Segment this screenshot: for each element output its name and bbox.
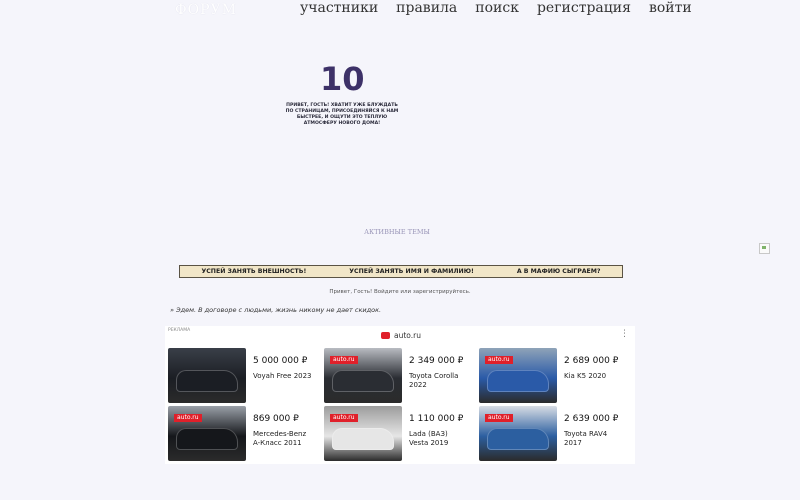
ad-card[interactable]: 5 000 000 ₽ Voyah Free 2023: [165, 348, 315, 404]
car-photo[interactable]: auto.ru: [168, 406, 246, 461]
car-name: Toyota RAV4 2017: [564, 430, 608, 447]
ad-card[interactable]: auto.ru 869 000 ₽ Mercedes-Benz A-Класс 20…: [165, 406, 315, 462]
car-name: Kia K5 2020: [564, 372, 607, 380]
ad-card[interactable]: auto.ru 2 639 000 ₽ Toyota RAV4 2017: [476, 406, 626, 462]
car-photo[interactable]: auto.ru: [479, 348, 557, 403]
ad-card[interactable]: auto.ru 2 349 000 ₽ Toyota Corolla 2022: [321, 348, 471, 404]
car-price: 2 689 000 ₽: [564, 356, 619, 366]
nav-link-search[interactable]: поиск: [475, 0, 519, 16]
active-topics-label[interactable]: активные темы: [340, 228, 454, 236]
car-price: 5 000 000 ₽: [253, 356, 308, 366]
top-navigation: участники правила поиск регистрация войт…: [300, 0, 692, 16]
promo-link-mafia[interactable]: а в мафию сыграем?: [517, 268, 601, 275]
car-shape: [176, 370, 238, 392]
car-shape: [332, 370, 394, 392]
car-name: Mercedes-Benz A-Класс 2011: [253, 430, 307, 447]
banner-number: 10: [320, 60, 365, 98]
car-shape: [176, 428, 238, 450]
auto-ru-logo-icon: [381, 332, 390, 339]
car-shape: [487, 428, 549, 450]
forum-quote: » Эдем. В договоре с людьми, жизнь ником…: [170, 306, 382, 314]
photo-tag: auto.ru: [485, 356, 513, 364]
promo-link-appearance[interactable]: успей занять внешность!: [202, 268, 307, 275]
ad-label: реклама: [168, 328, 191, 333]
guest-greeting: Привет, Гость! Войдите или зарегистрируй…: [329, 289, 471, 295]
car-shape: [487, 370, 549, 392]
car-name: Lada (ВАЗ) Vesta 2019: [409, 430, 449, 447]
car-photo[interactable]: auto.ru: [324, 348, 402, 403]
nav-link-rules[interactable]: правила: [396, 0, 457, 16]
nav-link-register[interactable]: регистрация: [537, 0, 631, 16]
ad-card[interactable]: auto.ru 2 689 000 ₽ Kia K5 2020: [476, 348, 626, 404]
photo-tag: auto.ru: [330, 414, 358, 422]
car-price: 1 110 000 ₽: [409, 414, 464, 424]
car-shape: [332, 428, 394, 450]
nav-link-login[interactable]: войти: [649, 0, 692, 16]
car-price: 2 639 000 ₽: [564, 414, 619, 424]
photo-tag: auto.ru: [330, 356, 358, 364]
car-price: 869 000 ₽: [253, 414, 299, 424]
forum-logo[interactable]: ФОРУМ: [175, 2, 237, 18]
more-vertical-icon[interactable]: ⋮: [620, 329, 629, 339]
ad-block[interactable]: реклама auto.ru ⋮ 5 000 000 ₽ Voyah Free …: [165, 326, 635, 464]
car-photo[interactable]: auto.ru: [479, 406, 557, 461]
photo-tag: auto.ru: [174, 414, 202, 422]
page: ФОРУМ участники правила поиск регистраци…: [0, 0, 800, 500]
car-photo[interactable]: [168, 348, 246, 403]
car-price: 2 349 000 ₽: [409, 356, 464, 366]
car-name: Toyota Corolla 2022: [409, 372, 459, 389]
banner-welcome-text: привет, гость! хватит уже блуждать по ст…: [285, 103, 399, 126]
ad-card[interactable]: auto.ru 1 110 000 ₽ Lada (ВАЗ) Vesta 2019: [321, 406, 471, 462]
car-photo[interactable]: auto.ru: [324, 406, 402, 461]
ad-brand[interactable]: auto.ru: [381, 331, 421, 340]
broken-image-icon: [759, 243, 770, 254]
ad-brand-name: auto.ru: [394, 331, 421, 340]
promo-bar: успей занять внешность! успей занять имя…: [179, 265, 623, 278]
promo-link-name[interactable]: успей занять имя и фамилию!: [349, 268, 474, 275]
photo-tag: auto.ru: [485, 414, 513, 422]
car-name: Voyah Free 2023: [253, 372, 312, 380]
nav-link-members[interactable]: участники: [300, 0, 378, 16]
